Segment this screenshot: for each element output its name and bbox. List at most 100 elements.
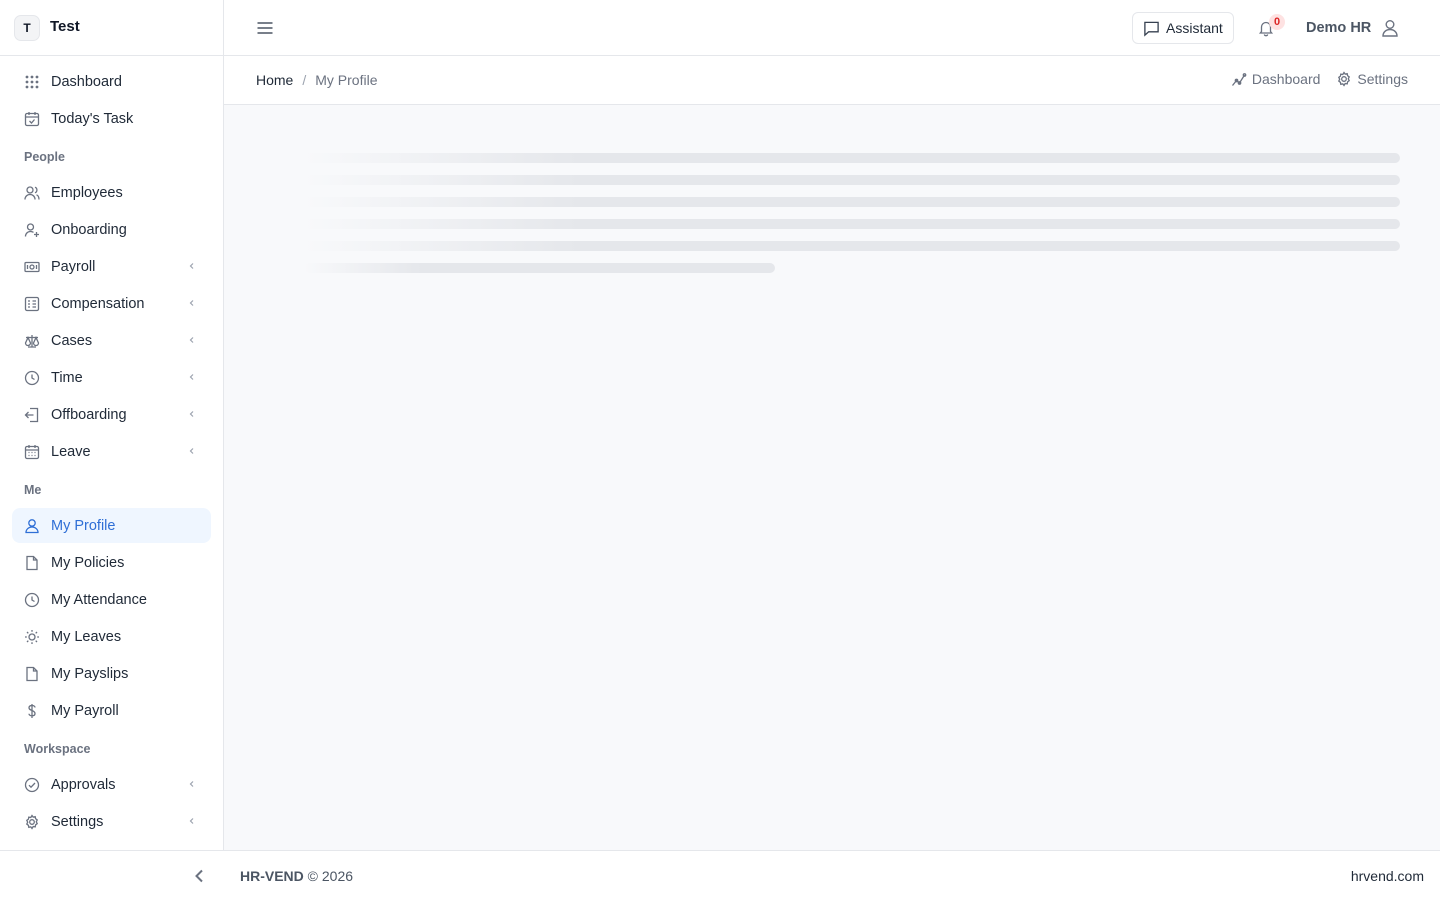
grid-icon	[24, 74, 40, 90]
brand-name: Test	[50, 18, 80, 35]
collapse-sidebar-icon[interactable]	[191, 867, 209, 885]
sidebar-item-label: My Profile	[51, 517, 116, 534]
sidebar-item-label: Onboarding	[51, 221, 127, 238]
menu-icon[interactable]	[255, 18, 275, 38]
sidebar-item-label: Leave	[51, 443, 91, 460]
logout-icon	[24, 407, 40, 423]
chevron-left-icon	[189, 337, 194, 343]
footer-copyright: HR-VEND © 2026	[240, 868, 353, 884]
skeleton-line	[304, 241, 1400, 251]
banknote-icon	[24, 259, 40, 275]
quick-link-settings[interactable]: Settings	[1336, 71, 1408, 87]
footer: HR-VEND © 2026 hrvend.com	[0, 850, 1440, 900]
brand[interactable]: T Test	[0, 0, 223, 56]
skeleton-line	[304, 175, 1400, 185]
footer-site-link[interactable]: hrvend.com	[1351, 868, 1424, 884]
quick-links: Dashboard Settings	[1231, 71, 1408, 87]
dollar-icon	[24, 703, 40, 719]
chevron-left-icon	[189, 781, 194, 787]
sidebar-item-onboarding[interactable]: Onboarding	[12, 212, 211, 247]
notification-badge: 0	[1269, 14, 1285, 30]
sidebar-item-label: Dashboard	[51, 73, 122, 90]
sidebar-item-my-payslips[interactable]: My Payslips	[12, 656, 211, 691]
sidebar-item-my-payroll[interactable]: My Payroll	[12, 693, 211, 728]
sidebar-item-settings[interactable]: Settings	[12, 804, 211, 839]
chevron-left-icon	[189, 411, 194, 417]
sidebar-item-my-leaves[interactable]: My Leaves	[12, 619, 211, 654]
sidebar-item-label: My Attendance	[51, 591, 147, 608]
gear-icon	[24, 813, 40, 830]
sidebar-item-compensation[interactable]: Compensation	[12, 286, 211, 321]
breadcrumb-separator: /	[302, 72, 307, 88]
sidebar-item-todays-task[interactable]: Today's Task	[12, 101, 211, 136]
sidebar-item-label: Employees	[51, 184, 123, 201]
quick-link-label: Dashboard	[1251, 71, 1321, 87]
clock-icon	[24, 370, 40, 386]
sidebar-item-label: My Policies	[51, 554, 125, 571]
breadcrumb-home[interactable]: Home	[256, 72, 293, 88]
skeleton-line	[304, 263, 775, 273]
chevron-left-icon	[189, 818, 194, 824]
footer-year: © 2026	[307, 868, 354, 884]
sidebar-item-offboarding[interactable]: Offboarding	[12, 397, 211, 432]
quick-link-dashboard[interactable]: Dashboard	[1231, 71, 1321, 87]
chevron-left-icon	[189, 300, 194, 306]
calendar-check-icon	[24, 111, 40, 127]
top-bar: Assistant 0 Demo HR	[224, 0, 1440, 56]
user-plus-icon	[24, 222, 40, 238]
sidebar-item-label: Settings	[51, 813, 104, 830]
sidebar-item-leave[interactable]: Leave	[12, 434, 211, 469]
chevron-left-icon	[189, 374, 194, 380]
sidebar-item-approvals[interactable]: Approvals	[12, 767, 211, 802]
sidebar-item-label: My Payroll	[51, 702, 119, 719]
main-content	[224, 105, 1440, 850]
breadcrumb-current: My Profile	[315, 72, 378, 88]
users-icon	[24, 185, 40, 201]
sidebar-item-label: My Leaves	[51, 628, 122, 645]
sidebar-item-label: Time	[51, 369, 83, 386]
section-title-workspace: Workspace	[24, 742, 91, 756]
sidebar-item-label: Today's Task	[51, 110, 134, 127]
chevron-left-icon	[189, 263, 194, 269]
footer-brand: HR-VEND	[240, 868, 304, 884]
sidebar-item-my-attendance[interactable]: My Attendance	[12, 582, 211, 617]
breadcrumb-bar: Home / My Profile Dashboard Settings	[224, 56, 1440, 105]
breadcrumb: Home / My Profile	[256, 72, 377, 88]
gear-icon	[1338, 71, 1351, 87]
skeleton-line	[304, 153, 1400, 163]
sidebar-item-label: Offboarding	[51, 406, 127, 423]
chart-line-icon	[1231, 73, 1247, 86]
sidebar-item-label: Payroll	[51, 258, 96, 275]
sun-icon	[24, 629, 40, 645]
sidebar-item-time[interactable]: Time	[12, 360, 211, 395]
sidebar-item-my-profile[interactable]: My Profile	[12, 508, 211, 543]
sidebar: T Test Dashboard Today's Task People Emp…	[0, 0, 224, 850]
message-square-icon	[1144, 21, 1159, 37]
check-circle-icon	[24, 777, 40, 793]
calendar-icon	[24, 444, 40, 460]
skeleton-line	[304, 197, 1400, 207]
section-title-me: Me	[24, 483, 42, 497]
clock-icon	[24, 592, 40, 608]
assistant-button-label: Assistant	[1166, 20, 1223, 36]
quick-link-label: Settings	[1357, 71, 1408, 87]
file-icon	[24, 666, 40, 682]
sheet-icon	[24, 296, 40, 312]
sidebar-item-dashboard[interactable]: Dashboard	[12, 64, 211, 99]
sidebar-item-cases[interactable]: Cases	[12, 323, 211, 358]
brand-avatar: T	[14, 14, 40, 41]
sidebar-nav: Dashboard Today's Task People Employees …	[0, 56, 223, 839]
sidebar-item-label: Cases	[51, 332, 93, 349]
sidebar-item-label: Approvals	[51, 776, 116, 793]
chevron-left-icon	[189, 448, 194, 454]
sidebar-item-employees[interactable]: Employees	[12, 175, 211, 210]
scale-icon	[24, 333, 40, 349]
sidebar-item-payroll[interactable]: Payroll	[12, 249, 211, 284]
file-icon	[24, 555, 40, 571]
section-title-people: People	[24, 150, 65, 164]
user-icon[interactable]	[1380, 18, 1400, 38]
user-name[interactable]: Demo HR	[1306, 20, 1371, 36]
sidebar-item-my-policies[interactable]: My Policies	[12, 545, 211, 580]
sidebar-item-label: Compensation	[51, 295, 145, 312]
assistant-button[interactable]: Assistant	[1132, 12, 1234, 44]
